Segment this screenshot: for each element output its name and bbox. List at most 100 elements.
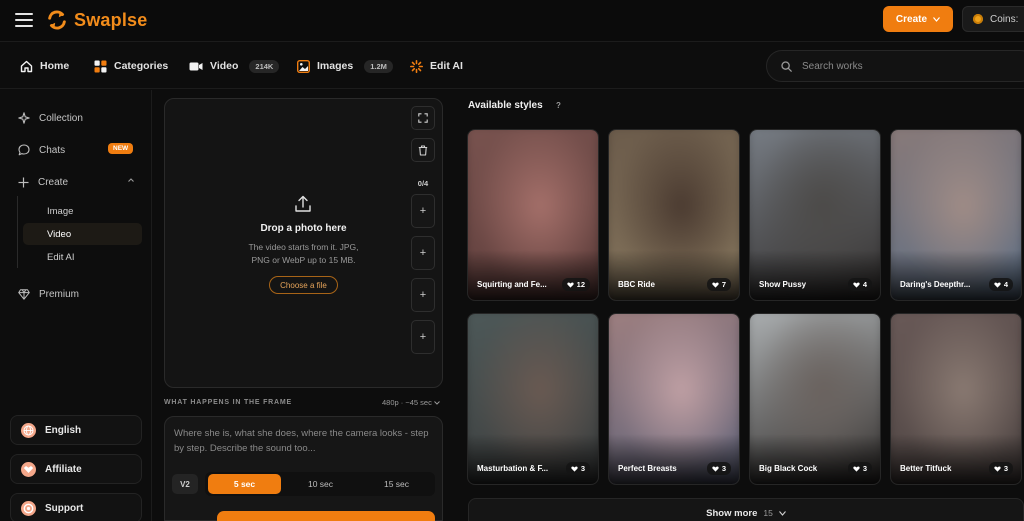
style-card-shade <box>891 434 1021 484</box>
delete-button[interactable] <box>411 138 435 162</box>
handshake-icon <box>21 461 36 477</box>
style-card-shade <box>750 250 880 300</box>
photo-dropzone[interactable]: Drop a photo here The video starts from … <box>164 98 443 388</box>
chevron-up-icon[interactable] <box>127 177 135 183</box>
style-card-likes-count: 3 <box>1003 464 1008 473</box>
sidebar-subitem-video[interactable]: Video <box>23 223 142 245</box>
coins-balance[interactable]: Coins: <box>962 6 1024 32</box>
sidebar-item-collection[interactable]: Collection <box>18 110 83 126</box>
language-selector[interactable]: English <box>10 415 142 445</box>
style-card-likes[interactable]: 12 <box>561 278 590 291</box>
sidebar-item-create-label: Create <box>38 176 69 188</box>
search-icon <box>781 60 792 72</box>
style-card-name: Squirting and Fe... <box>477 280 547 289</box>
sidebar-subitem-edit-ai-label: Edit AI <box>47 251 75 263</box>
style-card-likes-count: 4 <box>1003 280 1008 289</box>
nav-images[interactable]: Images 1.2M <box>297 57 393 75</box>
sidebar-subitem-image-label: Image <box>47 205 74 217</box>
duration-15-sec[interactable]: 15 sec <box>360 474 433 494</box>
generate-button[interactable] <box>217 511 435 521</box>
language-label: English <box>45 424 82 436</box>
logo[interactable]: Swaplse <box>46 8 147 32</box>
show-more-label: Show more <box>706 507 758 519</box>
sidebar-subitem-image[interactable]: Image <box>23 200 142 222</box>
sidebar-item-collection-label: Collection <box>39 112 83 124</box>
duration-5-sec[interactable]: 5 sec <box>208 474 281 494</box>
sidebar-item-chats[interactable]: Chats <box>18 142 65 158</box>
add-slot-button[interactable]: + <box>411 320 435 354</box>
show-more-button[interactable]: Show more 15 <box>468 498 1024 521</box>
sidebar-item-premium[interactable]: Premium <box>18 286 79 302</box>
styles-title: Available styles <box>468 100 543 111</box>
image-icon <box>297 59 310 73</box>
nav-video[interactable]: Video 214K <box>189 57 280 75</box>
create-button[interactable]: Create <box>883 6 953 32</box>
affiliate-label: Affiliate <box>45 463 82 475</box>
show-more-count: 15 <box>763 508 773 518</box>
sidebar-subitem-edit-ai[interactable]: Edit AI <box>23 246 142 268</box>
heart-icon <box>566 282 574 288</box>
menu-icon[interactable] <box>15 13 33 27</box>
submenu-line <box>17 196 18 268</box>
heart-icon <box>712 282 719 288</box>
add-slot-button[interactable]: + <box>411 278 435 312</box>
style-card-name: Daring's Deepthr... <box>900 280 971 289</box>
nav-home-label: Home <box>40 60 70 72</box>
nav-home[interactable]: Home <box>20 57 69 75</box>
style-card[interactable]: BBC Ride 7 <box>608 129 740 301</box>
heart-icon <box>571 466 578 472</box>
sidebar-item-create[interactable]: Create <box>18 174 68 190</box>
nav-edit-ai[interactable]: Edit AI <box>410 57 463 75</box>
support-button[interactable]: Support <box>10 493 142 521</box>
sparkle-icon <box>410 59 423 73</box>
model-version-button[interactable]: V2 <box>172 474 198 494</box>
style-card-likes-count: 7 <box>721 280 726 289</box>
choose-file-button[interactable]: Choose a file <box>269 276 338 294</box>
chevron-down-icon <box>778 510 786 516</box>
style-card-name: Big Black Cock <box>759 464 818 473</box>
trash-icon <box>418 144 428 156</box>
style-card-likes[interactable]: 4 <box>847 278 872 291</box>
style-card-likes-count: 3 <box>862 464 867 473</box>
style-card[interactable]: Show Pussy 4 <box>749 129 881 301</box>
search-input[interactable] <box>802 60 1002 72</box>
style-card-likes[interactable]: 3 <box>847 462 872 475</box>
top-bar: Swaplse Create Coins: <box>0 0 1024 42</box>
slots-count: 0/4 <box>417 179 429 188</box>
prompt-input[interactable]: Where she is, what she does, where the c… <box>174 426 434 456</box>
brand-name: Swaplse <box>74 9 148 30</box>
help-icon[interactable]: ? <box>556 101 561 110</box>
style-card-shade <box>609 434 739 484</box>
style-card-likes[interactable]: 3 <box>706 462 731 475</box>
style-card[interactable]: Big Black Cock 3 <box>749 313 881 485</box>
style-card-name: Perfect Breasts <box>618 464 677 473</box>
quality-selector[interactable]: 480p · ~45 sec <box>382 398 440 407</box>
style-card-likes[interactable]: 3 <box>988 462 1013 475</box>
style-card[interactable]: Better Titfuck 3 <box>890 313 1022 485</box>
upload-icon <box>295 195 311 212</box>
home-icon <box>20 60 33 72</box>
new-badge: NEW <box>108 143 134 154</box>
prompt-section-label: WHAT HAPPENS IN THE FRAME <box>164 399 292 406</box>
add-slot-button[interactable]: + <box>411 194 435 228</box>
affiliate-button[interactable]: Affiliate <box>10 454 142 484</box>
nav-categories[interactable]: Categories <box>94 57 168 75</box>
fullscreen-button[interactable] <box>411 106 435 130</box>
style-card-name: Show Pussy <box>759 280 807 289</box>
chevron-down-icon <box>434 401 440 405</box>
style-card-shade <box>468 250 598 300</box>
style-card-likes[interactable]: 3 <box>565 462 590 475</box>
duration-10-sec[interactable]: 10 sec <box>284 474 357 494</box>
style-card-likes-count: 3 <box>580 464 585 473</box>
style-card[interactable]: Squirting and Fe... 12 <box>467 129 599 301</box>
style-card-likes[interactable]: 7 <box>706 278 731 291</box>
style-card-likes[interactable]: 4 <box>988 278 1013 291</box>
heart-icon <box>712 466 719 472</box>
style-card[interactable]: Masturbation & F... 3 <box>467 313 599 485</box>
style-card-shade <box>891 250 1021 300</box>
add-slot-button[interactable]: + <box>411 236 435 270</box>
heart-icon <box>853 282 860 288</box>
style-card[interactable]: Perfect Breasts 3 <box>608 313 740 485</box>
heart-icon <box>994 282 1001 288</box>
style-card[interactable]: Daring's Deepthr... 4 <box>890 129 1022 301</box>
